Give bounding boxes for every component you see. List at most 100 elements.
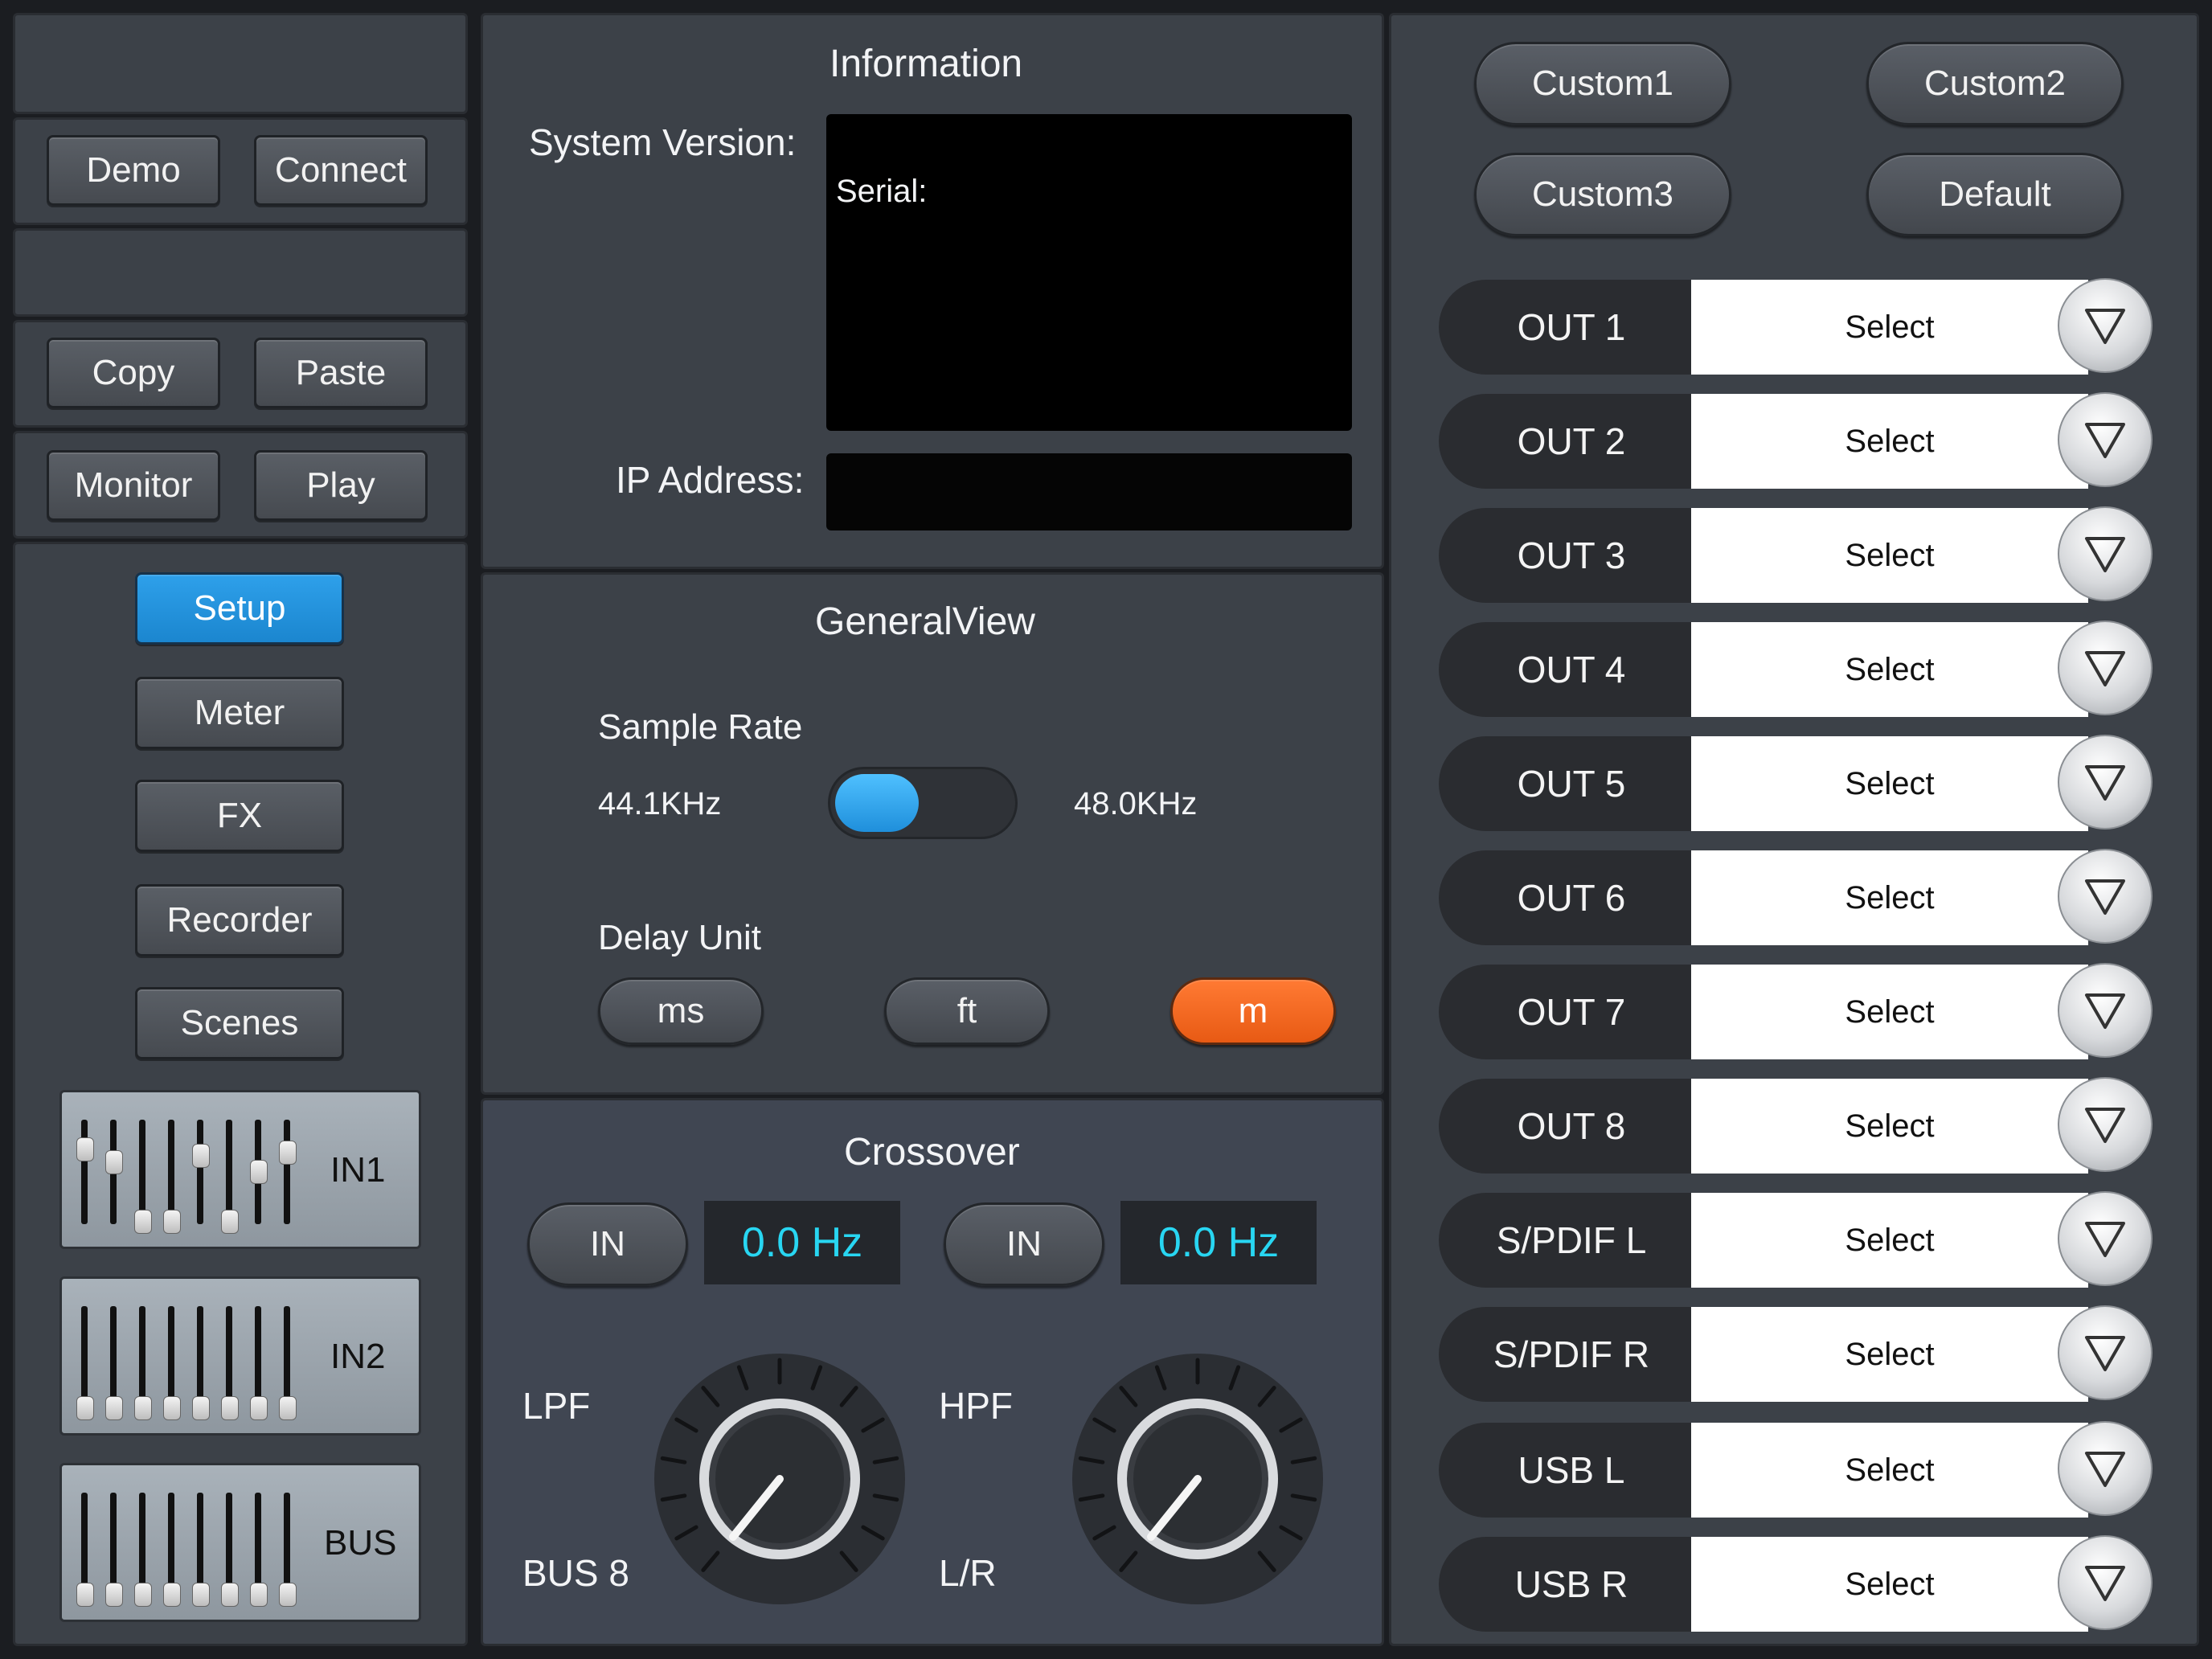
- fader-icon: [250, 1493, 268, 1607]
- ip-address-label: IP Address:: [616, 459, 805, 501]
- strip-in1[interactable]: IN1: [59, 1090, 421, 1249]
- crossover-hpf-frequency[interactable]: 0.0 Hz: [1120, 1201, 1317, 1284]
- output-select[interactable]: Select: [1691, 965, 2088, 1059]
- output-row-out8: OUT 8 Select: [1439, 1077, 2153, 1174]
- fader-icon: [163, 1493, 181, 1607]
- fader-icon: [76, 1493, 94, 1607]
- fader-icon: [134, 1306, 152, 1420]
- preset-default-button[interactable]: Default: [1866, 153, 2124, 236]
- system-info-display: [826, 114, 1352, 431]
- fader-icon: [76, 1306, 94, 1420]
- output-select[interactable]: Select: [1691, 508, 2088, 603]
- output-select[interactable]: Select: [1691, 622, 2088, 717]
- nav-fx-button[interactable]: FX: [135, 780, 344, 852]
- fader-icon: [105, 1493, 123, 1607]
- output-select[interactable]: Select: [1691, 1423, 2088, 1518]
- output-select[interactable]: Select: [1691, 850, 2088, 945]
- dropdown-triangle-icon[interactable]: [2058, 506, 2153, 601]
- strip-in2[interactable]: IN2: [59, 1276, 421, 1436]
- dropdown-triangle-icon[interactable]: [2058, 392, 2153, 487]
- crossover-lpf-frequency[interactable]: 0.0 Hz: [704, 1201, 900, 1284]
- output-row-usb-r: USB R Select: [1439, 1535, 2153, 1632]
- dropdown-triangle-icon[interactable]: [2058, 735, 2153, 830]
- dropdown-triangle-icon[interactable]: [2058, 1535, 2153, 1630]
- fader-icon: [192, 1120, 210, 1224]
- output-label: OUT 8: [1439, 1079, 1704, 1174]
- fader-icon: [105, 1306, 123, 1420]
- fader-icon: [221, 1493, 239, 1607]
- crossover-lpf-in-button[interactable]: IN: [527, 1202, 688, 1286]
- strip-in1-label: IN1: [330, 1150, 386, 1190]
- preset-custom1-button[interactable]: Custom1: [1474, 42, 1731, 125]
- hpf-knob[interactable]: [1069, 1350, 1326, 1608]
- dropdown-triangle-icon[interactable]: [2058, 849, 2153, 944]
- dropdown-triangle-icon[interactable]: [2058, 1191, 2153, 1286]
- strip-in2-label: IN2: [330, 1337, 386, 1376]
- output-row-spdif-l: S/PDIF L Select: [1439, 1191, 2153, 1288]
- output-row-spdif-r: S/PDIF R Select: [1439, 1305, 2153, 1402]
- system-version-label: System Version:: [529, 121, 797, 163]
- nav-recorder-button[interactable]: Recorder: [135, 884, 344, 956]
- monitor-button[interactable]: Monitor: [47, 450, 220, 521]
- connect-button[interactable]: Connect: [254, 135, 428, 206]
- bus8-label: BUS 8: [522, 1552, 629, 1594]
- delay-unit-ft-button[interactable]: ft: [884, 977, 1050, 1045]
- crossover-hpf-in-button[interactable]: IN: [944, 1202, 1104, 1286]
- copy-button[interactable]: Copy: [47, 338, 220, 408]
- lr-label: L/R: [939, 1552, 997, 1594]
- knob-dial-icon: [654, 1354, 905, 1604]
- output-select[interactable]: Select: [1691, 1307, 2088, 1402]
- sample-rate-48-label: 48.0KHz: [1074, 786, 1198, 821]
- nav-meter-button[interactable]: Meter: [135, 677, 344, 749]
- nav-scenes-button[interactable]: Scenes: [135, 987, 344, 1059]
- dropdown-triangle-icon[interactable]: [2058, 621, 2153, 715]
- strip-bus-label: BUS: [324, 1523, 397, 1563]
- output-label: OUT 1: [1439, 280, 1704, 375]
- output-select[interactable]: Select: [1691, 394, 2088, 489]
- dropdown-triangle-icon[interactable]: [2058, 1421, 2153, 1516]
- fader-icon: [221, 1120, 239, 1234]
- dropdown-triangle-icon[interactable]: [2058, 278, 2153, 373]
- play-button[interactable]: Play: [254, 450, 428, 521]
- sample-rate-label: Sample Rate: [598, 707, 803, 747]
- fader-icon: [250, 1306, 268, 1420]
- strip-bus[interactable]: BUS: [59, 1463, 421, 1622]
- output-row-out1: OUT 1 Select: [1439, 278, 2153, 375]
- output-select[interactable]: Select: [1691, 280, 2088, 375]
- fader-icon: [192, 1493, 210, 1607]
- paste-button[interactable]: Paste: [254, 338, 428, 408]
- output-select[interactable]: Select: [1691, 1193, 2088, 1288]
- preset-custom3-button[interactable]: Custom3: [1474, 153, 1731, 236]
- output-label: S/PDIF R: [1439, 1307, 1704, 1402]
- fader-icon: [279, 1493, 297, 1607]
- fader-icon: [221, 1306, 239, 1420]
- delay-unit-ms-button[interactable]: ms: [598, 977, 764, 1045]
- fader-icon: [279, 1120, 297, 1224]
- output-row-out2: OUT 2 Select: [1439, 392, 2153, 489]
- fader-icon: [279, 1306, 297, 1420]
- dropdown-triangle-icon[interactable]: [2058, 963, 2153, 1058]
- output-select[interactable]: Select: [1691, 1079, 2088, 1174]
- output-label: OUT 2: [1439, 394, 1704, 489]
- output-label: OUT 5: [1439, 736, 1704, 831]
- lpf-knob[interactable]: [651, 1350, 908, 1608]
- output-row-out7: OUT 7 Select: [1439, 963, 2153, 1059]
- output-label: USB L: [1439, 1423, 1704, 1518]
- fader-icon: [163, 1306, 181, 1420]
- nav-setup-button[interactable]: Setup: [135, 572, 344, 645]
- dropdown-triangle-icon[interactable]: [2058, 1077, 2153, 1172]
- preset-custom2-button[interactable]: Custom2: [1866, 42, 2124, 125]
- output-select[interactable]: Select: [1691, 736, 2088, 831]
- fader-icon: [192, 1306, 210, 1420]
- output-row-out3: OUT 3 Select: [1439, 506, 2153, 603]
- sample-rate-44-label: 44.1KHz: [598, 786, 722, 821]
- fader-icon: [134, 1120, 152, 1234]
- dropdown-triangle-icon[interactable]: [2058, 1305, 2153, 1400]
- output-select[interactable]: Select: [1691, 1537, 2088, 1632]
- left-top-blank-panel: [13, 13, 468, 114]
- crossover-title: Crossover: [844, 1131, 1020, 1174]
- demo-button[interactable]: Demo: [47, 135, 220, 206]
- sample-rate-toggle[interactable]: [828, 767, 1018, 839]
- fader-icon: [105, 1120, 123, 1224]
- delay-unit-m-button[interactable]: m: [1170, 977, 1336, 1045]
